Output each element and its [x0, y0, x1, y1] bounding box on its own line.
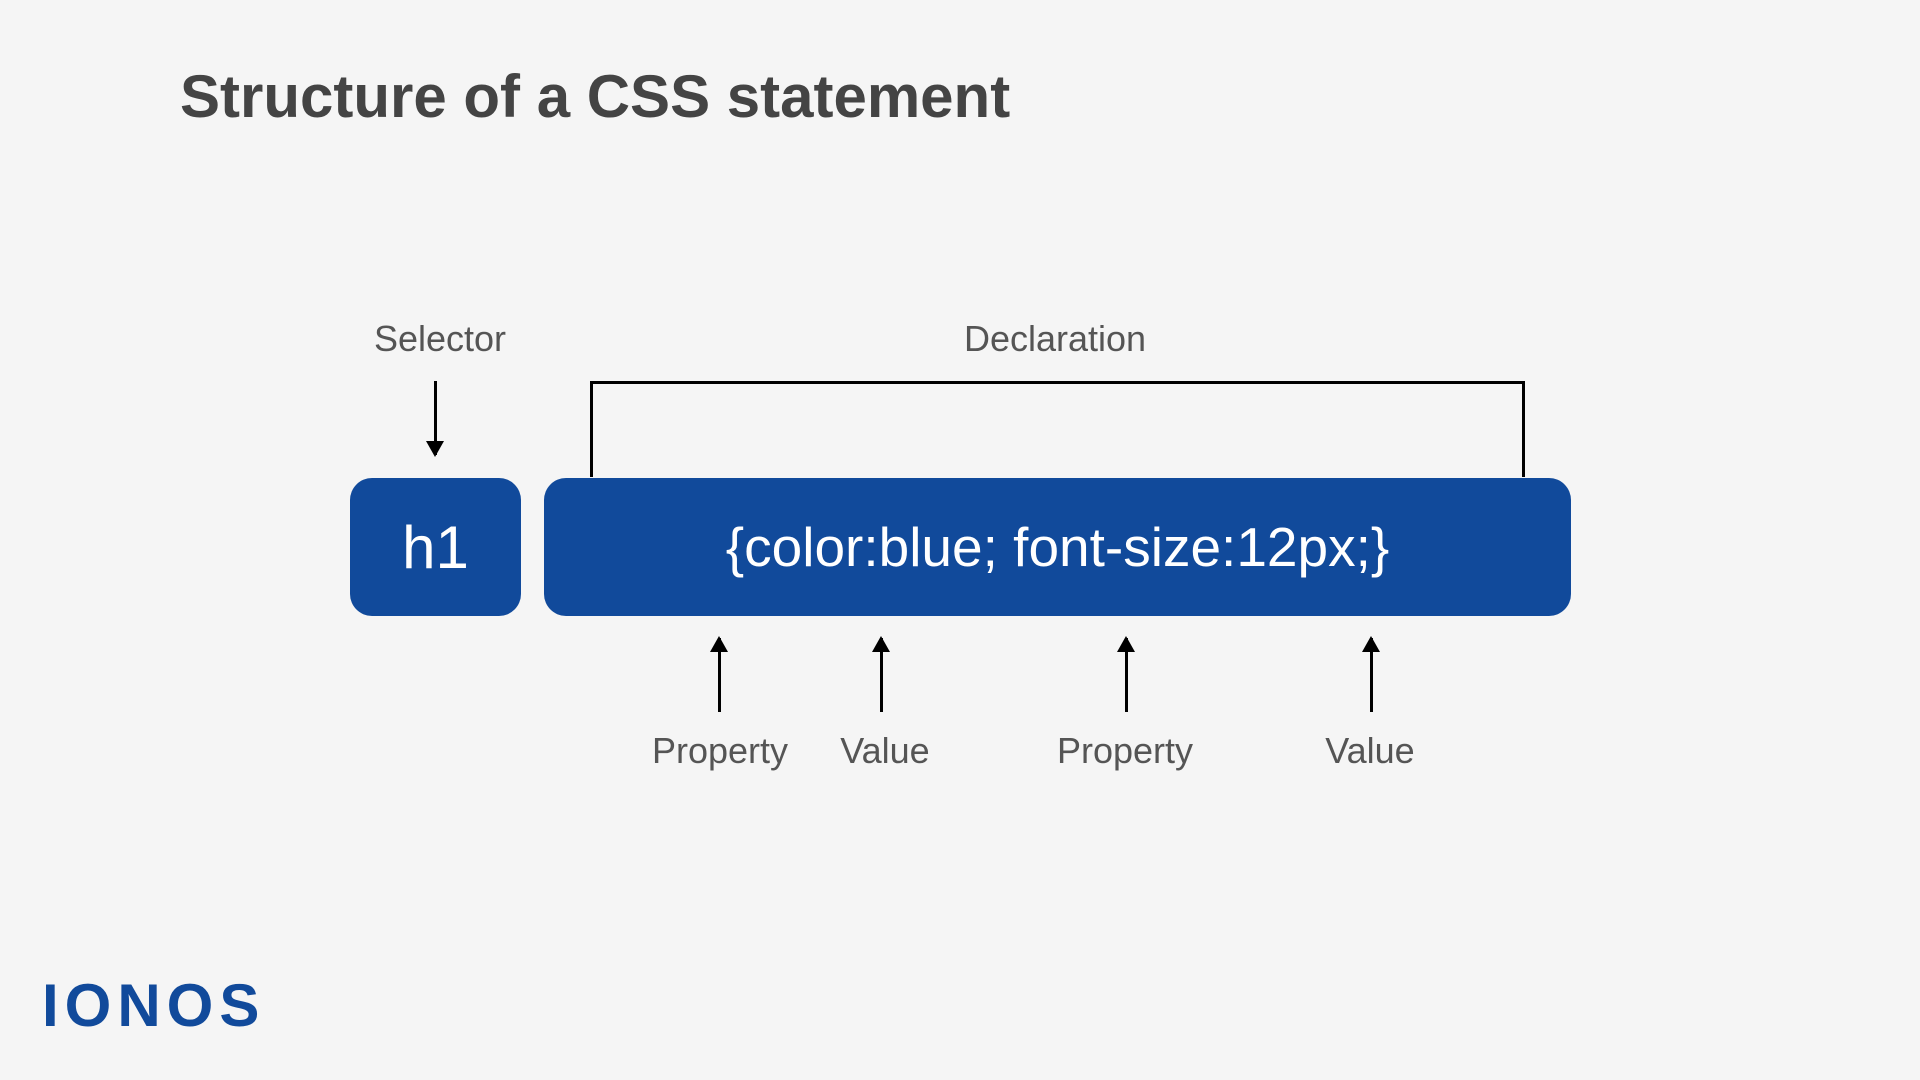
arrow-selector	[434, 381, 437, 455]
label-selector: Selector	[355, 318, 525, 360]
arrow-property2	[1125, 638, 1128, 712]
arrow-value1	[880, 638, 883, 712]
label-property2: Property	[1035, 730, 1215, 772]
arrow-property1	[718, 638, 721, 712]
declaration-box: {color:blue; font-size:12px;}	[544, 478, 1571, 616]
label-value1: Value	[815, 730, 955, 772]
brand-logo: IONOS	[42, 971, 265, 1040]
label-property1: Property	[630, 730, 810, 772]
selector-text: h1	[402, 513, 469, 582]
label-declaration: Declaration	[880, 318, 1230, 360]
diagram-title: Structure of a CSS statement	[180, 62, 1010, 131]
label-value2: Value	[1300, 730, 1440, 772]
bracket-declaration	[590, 381, 1525, 477]
diagram-stage: Structure of a CSS statement Selector De…	[0, 0, 1920, 1080]
declaration-text: {color:blue; font-size:12px;}	[726, 515, 1389, 579]
arrow-value2	[1370, 638, 1373, 712]
selector-box: h1	[350, 478, 521, 616]
